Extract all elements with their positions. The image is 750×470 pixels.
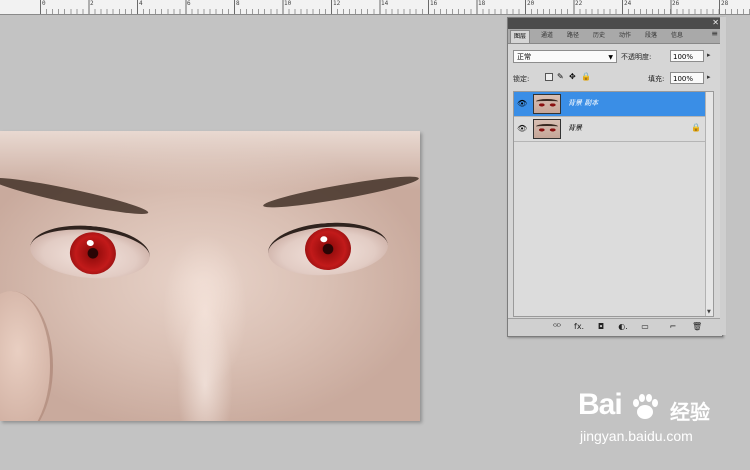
baidu-jingyan-watermark: Bai 经验 jingyan.baidu.com: [578, 388, 748, 458]
ruler-number: 4: [139, 0, 143, 7]
mask-icon[interactable]: ◘: [596, 322, 606, 332]
ruler-number: 8: [236, 0, 240, 7]
lock-brush-icon[interactable]: ✎: [557, 73, 565, 81]
fill-field[interactable]: 100%: [670, 72, 704, 84]
panel-menu-icon[interactable]: ≡: [711, 29, 718, 38]
new-layer-icon[interactable]: ⌐: [668, 322, 678, 332]
ruler-number: 12: [333, 0, 341, 7]
panel-dock-strip: [720, 17, 726, 335]
tab-actions[interactable]: 动作: [616, 30, 634, 42]
lock-all-icon[interactable]: 🔒: [581, 73, 591, 81]
paw-icon: [633, 394, 658, 419]
watermark-brand-cn: 经验: [670, 400, 710, 424]
panel-bottom-toolbar: ᴳᴰ fx. ◘ ◐. ▭ ⌐ 🗑: [508, 318, 722, 336]
scroll-down-icon[interactable]: ▼: [707, 309, 711, 315]
ruler-number: 10: [284, 0, 292, 7]
fill-label: 填充:: [648, 75, 665, 83]
watermark-brand: Bai: [578, 388, 623, 421]
blend-row: 正常 ▼ 不透明度: 100% ▸: [508, 46, 722, 68]
ruler-number: 28: [721, 0, 729, 7]
group-icon[interactable]: ▭: [640, 322, 650, 332]
tab-history[interactable]: 历史: [590, 30, 608, 42]
layer-row[interactable]: 👁 背景 🔒: [514, 117, 713, 142]
right-eyebrow: [261, 171, 420, 213]
tab-paragraph[interactable]: 段落: [642, 30, 660, 42]
ruler-number: 14: [381, 0, 389, 7]
fill-arrow-icon[interactable]: ▸: [707, 73, 711, 81]
ruler-number: 6: [187, 0, 191, 7]
close-icon[interactable]: ✕: [712, 18, 719, 27]
layer-thumbnail: [533, 119, 561, 139]
chevron-down-icon: ▼: [608, 54, 613, 61]
eye-icon[interactable]: 👁: [517, 124, 527, 134]
panel-title-bar[interactable]: ✕: [508, 18, 722, 29]
lock-row: 锁定: ✎ ✥ 🔒 填充: 100% ▸: [508, 68, 722, 90]
fx-icon[interactable]: fx.: [574, 322, 584, 332]
layer-row-selected[interactable]: 👁 背景 副本: [514, 92, 713, 117]
tab-layers[interactable]: 图层: [510, 30, 531, 43]
layer-name: 背景: [568, 124, 582, 132]
ruler-number: 20: [527, 0, 535, 7]
lock-move-icon[interactable]: ✥: [569, 73, 577, 81]
panel-tabs: 图层 通道 路径 历史 动作 段落 信息 ≡: [508, 29, 722, 44]
ruler-number: 16: [430, 0, 438, 7]
left-red-iris: [68, 230, 118, 277]
layers-panel: ✕ 图层 通道 路径 历史 动作 段落 信息 ≡ 正常 ▼ 不透明度: 100%…: [507, 17, 723, 337]
left-eye: [27, 220, 153, 284]
ruler-number: 24: [624, 0, 632, 7]
lock-icon: 🔒: [691, 123, 701, 132]
watermark-url: jingyan.baidu.com: [580, 428, 693, 444]
blend-mode-select[interactable]: 正常 ▼: [513, 50, 617, 63]
ruler-number: 18: [478, 0, 486, 7]
hand-shape: [0, 291, 53, 421]
trash-icon[interactable]: 🗑: [692, 322, 702, 332]
lock-transparency-icon[interactable]: [545, 73, 553, 81]
eye-icon[interactable]: 👁: [517, 99, 527, 109]
ruler-number: 2: [90, 0, 94, 7]
right-red-iris: [303, 226, 353, 272]
horizontal-ruler: 0 2 4 6 8 10 12 14 16 18 20 22 24 26 28: [0, 0, 750, 15]
layer-name: 背景 副本: [568, 99, 599, 107]
ruler-number: 26: [672, 0, 680, 7]
ruler-number: 0: [42, 0, 46, 7]
tab-paths[interactable]: 路径: [564, 30, 582, 42]
blend-mode-value: 正常: [517, 53, 531, 61]
right-eye: [266, 218, 390, 280]
tab-channels[interactable]: 通道: [538, 30, 556, 42]
layers-list: 👁 背景 副本 👁 背景 🔒 ▼: [513, 91, 714, 317]
opacity-arrow-icon[interactable]: ▸: [707, 51, 711, 59]
layers-scrollbar[interactable]: ▼: [705, 92, 713, 316]
adjustment-icon[interactable]: ◐.: [618, 322, 628, 332]
layer-thumbnail: [533, 94, 561, 114]
nose-highlight: [175, 301, 235, 421]
ruler-number: 22: [575, 0, 583, 7]
opacity-field[interactable]: 100%: [670, 50, 704, 62]
left-eyebrow: [0, 172, 150, 220]
tab-info[interactable]: 信息: [668, 30, 686, 42]
opacity-label: 不透明度:: [621, 53, 652, 61]
document-canvas[interactable]: [0, 131, 420, 421]
lock-label: 锁定:: [513, 75, 530, 83]
link-icon[interactable]: ᴳᴰ: [552, 322, 562, 332]
